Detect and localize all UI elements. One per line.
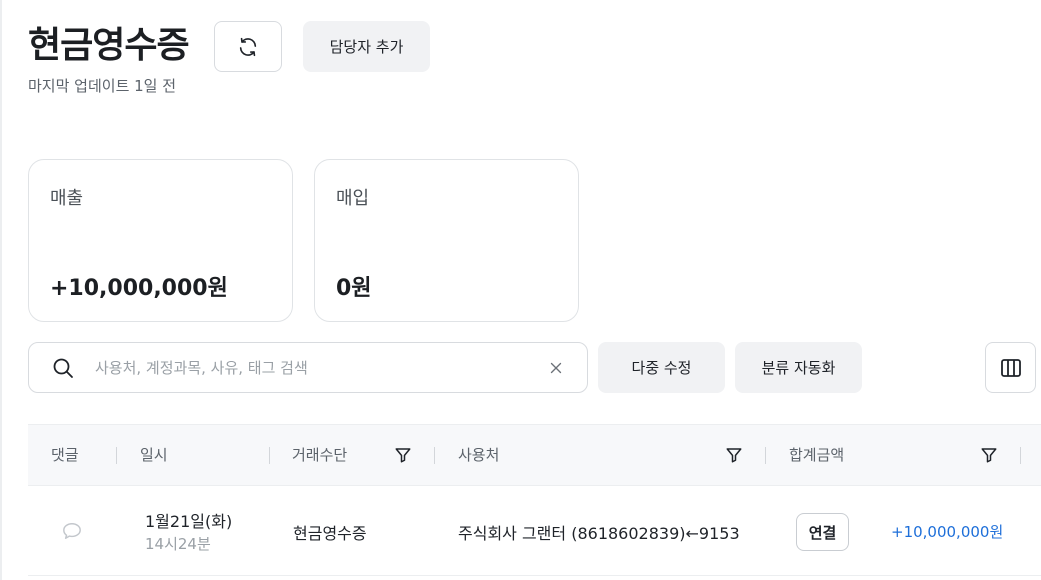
column-settings-button[interactable] [985, 342, 1036, 393]
transaction-amount: +10,000,000원 [891, 523, 1004, 541]
table-header: 댓글 일시 거래수단 사용처 합계금액 [28, 424, 1041, 486]
sales-value: +10,000,000원 [50, 276, 228, 301]
column-divider [434, 447, 435, 464]
column-divider [116, 447, 117, 464]
purchase-value: 0원 [336, 276, 372, 301]
search-icon [53, 358, 73, 378]
column-divider [269, 447, 270, 464]
filter-icon[interactable] [980, 446, 998, 464]
sales-summary-card[interactable]: 매출 +10,000,000원 [28, 159, 293, 322]
columns-icon [1000, 358, 1021, 377]
filter-icon[interactable] [725, 446, 743, 464]
column-divider [765, 447, 766, 464]
table-row[interactable]: 1월21일(화) 14시24분 현금영수증 주식회사 그랜터 (86186028… [28, 486, 1041, 576]
multi-edit-button[interactable]: 다중 수정 [598, 342, 725, 393]
column-header-date[interactable]: 일시 [140, 425, 168, 485]
sales-label: 매출 [50, 188, 84, 209]
filter-icon[interactable] [394, 446, 412, 464]
column-header-method[interactable]: 거래수단 [292, 425, 347, 485]
link-button[interactable]: 연결 [796, 513, 849, 551]
left-divider [0, 0, 2, 580]
transaction-method: 현금영수증 [293, 524, 367, 543]
column-divider [1020, 447, 1021, 464]
column-header-merchant[interactable]: 사용처 [458, 425, 499, 485]
add-assignee-button[interactable]: 담당자 추가 [303, 21, 430, 72]
transaction-merchant: 주식회사 그랜터 (8618602839)←9153 [458, 524, 740, 543]
refresh-icon [239, 37, 257, 56]
auto-classify-button[interactable]: 분류 자동화 [735, 342, 862, 393]
purchase-label: 매입 [336, 188, 370, 209]
transaction-date: 1월21일(화) [145, 512, 233, 531]
search-box [28, 342, 588, 393]
search-input[interactable] [95, 343, 535, 392]
close-icon[interactable] [547, 359, 565, 377]
transaction-time: 14시24분 [145, 535, 211, 553]
column-header-amount[interactable]: 합계금액 [789, 425, 844, 485]
page-title: 현금영수증 [28, 25, 190, 66]
refresh-button[interactable] [214, 21, 282, 72]
comment-icon[interactable] [61, 521, 83, 541]
column-header-comment[interactable]: 댓글 [51, 425, 79, 485]
purchase-summary-card[interactable]: 매입 0원 [314, 159, 579, 322]
last-update-text: 마지막 업데이트 1일 전 [28, 77, 177, 95]
